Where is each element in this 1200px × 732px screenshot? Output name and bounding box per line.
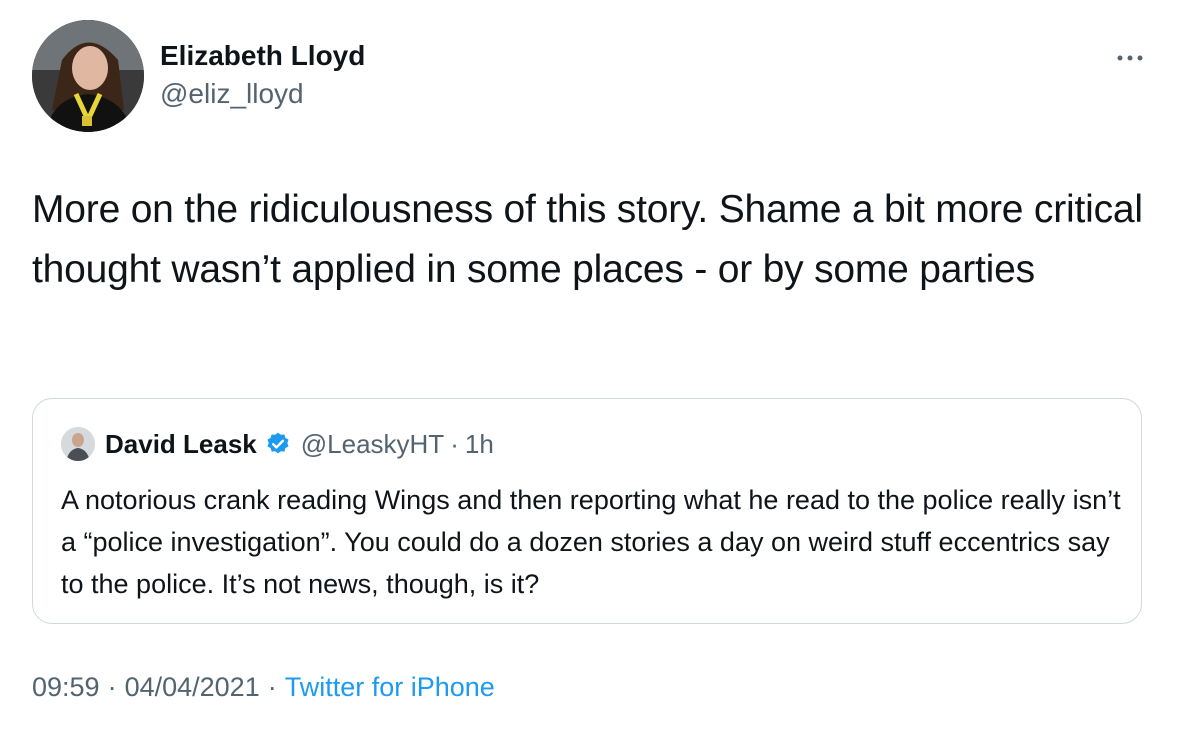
header-separator: · (450, 428, 459, 459)
quoted-author-avatar[interactable] (61, 427, 95, 461)
tweet-date[interactable]: 04/04/2021 (125, 672, 260, 702)
author-handle[interactable]: @eliz_lloyd (160, 78, 304, 110)
quoted-tweet-header: David Leask @LeaskyHT · 1h (105, 427, 494, 461)
quoted-tweet-text: A notorious crank reading Wings and then… (61, 485, 1121, 599)
tweet-text: More on the ridiculousness of this story… (32, 188, 1143, 291)
tweet-time[interactable]: 09:59 (32, 672, 100, 702)
quoted-tweet[interactable]: David Leask @LeaskyHT · 1h A notorious c… (32, 398, 1142, 624)
verified-badge-icon (265, 431, 291, 457)
tweet-source-link[interactable]: Twitter for iPhone (285, 672, 495, 702)
more-options-button[interactable] (1108, 40, 1152, 76)
more-horizontal-icon (1117, 55, 1143, 61)
author-name[interactable]: Elizabeth Lloyd (160, 40, 365, 72)
tweet-metadata: 09:59 · 04/04/2021 · Twitter for iPhone (32, 672, 495, 703)
tweet: Elizabeth Lloyd @eliz_lloyd More on the … (0, 0, 1200, 732)
meta-separator: · (107, 672, 117, 702)
author-avatar[interactable] (32, 20, 144, 132)
meta-separator: · (267, 672, 277, 702)
quoted-tweet-time[interactable]: 1h (465, 429, 494, 460)
quoted-author-name[interactable]: David Leask (105, 429, 257, 460)
quoted-author-handle[interactable]: @LeaskyHT (301, 429, 444, 460)
